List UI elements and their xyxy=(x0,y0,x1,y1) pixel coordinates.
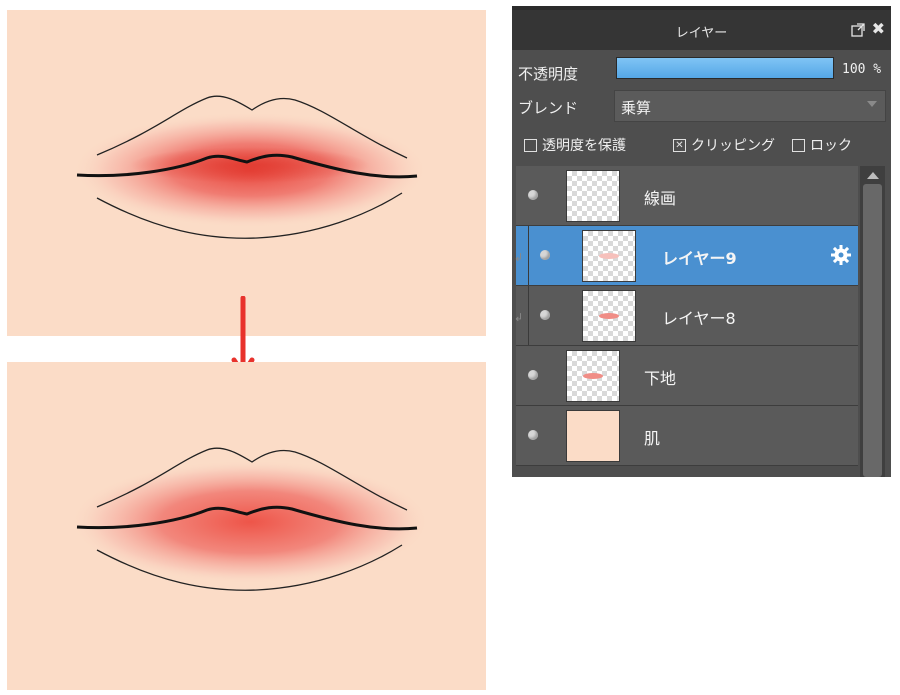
checkbox-checked-icon: ✕ xyxy=(673,138,686,152)
lips-illustration-after xyxy=(70,447,430,591)
layer-thumbnail xyxy=(566,170,620,222)
layer-thumbnail xyxy=(566,410,620,462)
layer-name: 下地 xyxy=(644,369,677,388)
blend-mode-value: 乗算 xyxy=(621,99,652,117)
layer-item-base[interactable]: 下地 xyxy=(516,346,858,406)
lock-checkbox[interactable]: ロック xyxy=(792,135,852,155)
opacity-label: 不透明度 xyxy=(518,65,579,83)
popout-icon[interactable] xyxy=(851,23,865,37)
checkbox-box xyxy=(792,138,805,152)
layer-name: 肌 xyxy=(644,429,661,448)
gear-icon[interactable] xyxy=(830,244,852,266)
opacity-slider-fill xyxy=(617,58,833,78)
protect-alpha-checkbox[interactable]: 透明度を保護 xyxy=(524,135,626,155)
panel-title: レイヤー xyxy=(675,26,728,41)
layer-panel: レイヤー ✖ 不透明度 100 % ブレンド 乗算 透明度を保護 ✕ クリッピング… xyxy=(512,6,891,477)
canvas-after xyxy=(7,362,486,690)
clip-arrow-icon: ↲ xyxy=(514,251,524,264)
scroll-up-icon[interactable] xyxy=(867,172,879,179)
thumb-content xyxy=(599,313,619,319)
lock-label: ロック xyxy=(810,138,852,154)
layer-list: 線画 ↲ レイヤー9 ↲ レイヤー8 下地 肌 xyxy=(514,166,858,471)
thumb-content xyxy=(599,253,619,259)
opacity-slider[interactable] xyxy=(616,57,834,79)
close-icon[interactable]: ✖ xyxy=(872,19,885,38)
layer-item-layer8[interactable]: ↲ レイヤー8 xyxy=(514,286,858,346)
layer-name: レイヤー9 xyxy=(662,249,737,268)
layer-name: レイヤー8 xyxy=(662,309,736,328)
clip-indicator-line xyxy=(528,226,529,285)
visibility-icon[interactable] xyxy=(528,370,538,380)
layer-list-scrollbar[interactable] xyxy=(860,166,885,477)
clip-indicator-line xyxy=(528,286,529,345)
layer-item-layer9[interactable]: ↲ レイヤー9 xyxy=(514,226,858,286)
lips-illustration-before xyxy=(72,95,428,239)
chevron-down-icon xyxy=(867,101,877,107)
visibility-icon[interactable] xyxy=(540,310,550,320)
blend-mode-select[interactable]: 乗算 xyxy=(614,90,886,122)
scrollbar-thumb[interactable] xyxy=(863,184,882,477)
layer-item-skin[interactable]: 肌 xyxy=(516,406,858,466)
visibility-icon[interactable] xyxy=(528,430,538,440)
visibility-icon[interactable] xyxy=(540,250,550,260)
clipping-label: クリッピング xyxy=(691,138,775,154)
layer-thumbnail xyxy=(566,350,620,402)
thumb-content xyxy=(583,373,603,379)
layer-thumbnail xyxy=(582,290,636,342)
checkbox-box xyxy=(524,138,537,152)
clipping-checkbox[interactable]: ✕ クリッピング xyxy=(673,135,775,155)
opacity-value: 100 % xyxy=(842,62,882,77)
protect-alpha-label: 透明度を保護 xyxy=(542,138,626,154)
panel-header: レイヤー ✖ xyxy=(512,10,891,50)
blend-label: ブレンド xyxy=(518,99,579,117)
layer-item-lineart[interactable]: 線画 xyxy=(516,166,858,226)
layer-name: 線画 xyxy=(644,189,677,208)
visibility-icon[interactable] xyxy=(528,190,538,200)
clip-arrow-icon: ↲ xyxy=(514,311,524,324)
layer-thumbnail xyxy=(582,230,636,282)
canvas-before xyxy=(7,10,486,336)
